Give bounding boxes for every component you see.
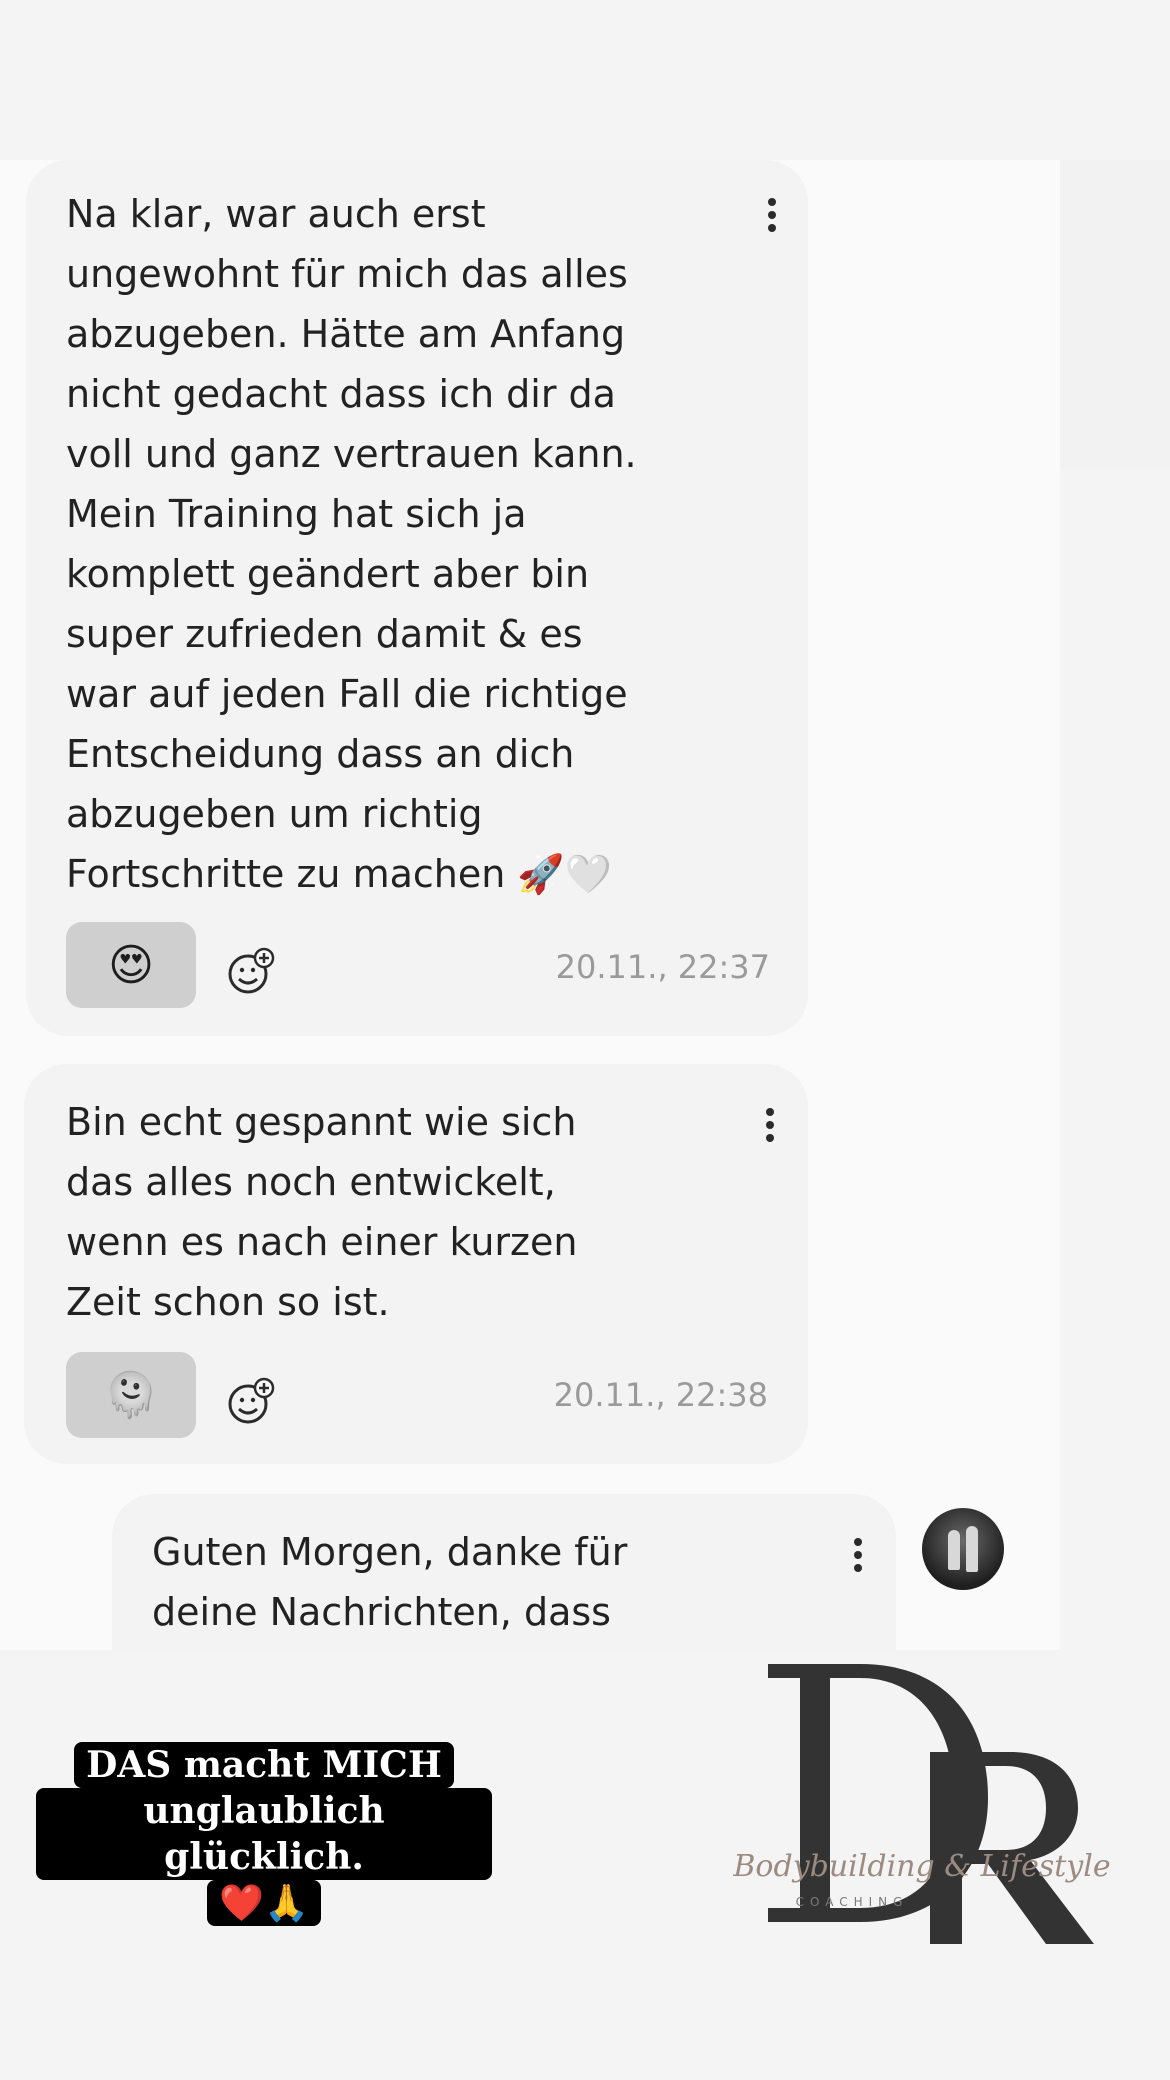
caption-line: ❤️🙏: [207, 1880, 321, 1926]
kebab-menu-icon[interactable]: [762, 194, 782, 238]
message-timestamp: 20.11., 22:38: [553, 1376, 768, 1414]
story-caption: DAS macht MICH unglaublich glücklich. ❤️…: [36, 1742, 492, 1926]
add-reaction-icon[interactable]: [226, 946, 276, 996]
message-bubble[interactable]: Guten Morgen, danke für deine Nachrichte…: [112, 1494, 896, 1650]
top-background: [0, 0, 1170, 160]
caption-line: unglaublich glücklich.: [36, 1788, 492, 1880]
reaction-emoji: 😍: [108, 939, 154, 991]
avatar[interactable]: [922, 1508, 1004, 1590]
reaction-chip[interactable]: 😍: [66, 922, 196, 1008]
message-bubble[interactable]: Bin echt gespannt wie sich das alles noc…: [24, 1064, 808, 1464]
message-text: Guten Morgen, danke für deine Nachrichte…: [152, 1530, 628, 1634]
kebab-menu-icon[interactable]: [848, 1534, 868, 1578]
logo-graphic: Bodybuilding & Lifestyle COACHING: [732, 1664, 1111, 1944]
message-text: Na klar, war auch erst ungewohnt für mic…: [66, 192, 637, 896]
message-timestamp: 20.11., 22:37: [555, 948, 770, 986]
reaction-emoji: 🫠: [103, 1370, 159, 1421]
message-text: Bin echt gespannt wie sich das alles noc…: [66, 1100, 578, 1324]
chat-screenshot: Na klar, war auch erst ungewohnt für mic…: [0, 160, 1060, 1650]
caption-line: DAS macht MICH: [74, 1742, 454, 1788]
brand-logo: Bodybuilding & Lifestyle COACHING: [710, 1658, 1150, 1958]
right-background-strip: [1060, 160, 1170, 470]
message-bubble[interactable]: Na klar, war auch erst ungewohnt für mic…: [26, 160, 808, 1036]
add-reaction-icon[interactable]: [226, 1376, 276, 1426]
reaction-chip[interactable]: 🫠: [66, 1352, 196, 1438]
kebab-menu-icon[interactable]: [760, 1104, 780, 1148]
logo-tagline: Bodybuilding & Lifestyle: [732, 1849, 1110, 1884]
logo-subline: COACHING: [796, 1895, 909, 1909]
